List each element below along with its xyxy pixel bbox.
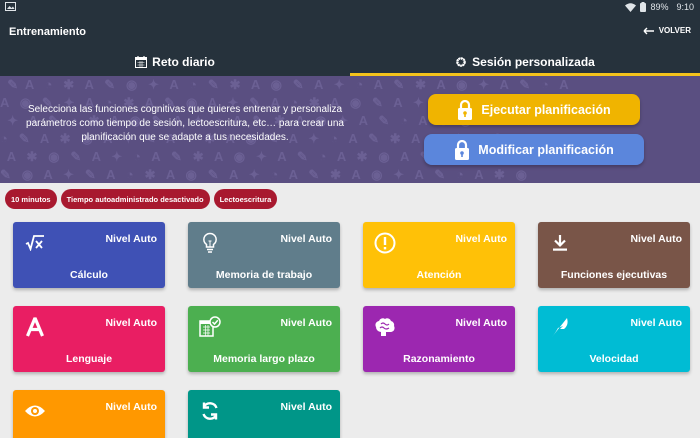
card-level: Nivel Auto — [630, 233, 682, 245]
card-name: Funciones ejecutivas — [560, 269, 668, 281]
tab-label: Reto diario — [152, 55, 215, 69]
status-bar: 89% 9:10 — [0, 0, 700, 14]
execute-plan-button[interactable]: Ejecutar planificación — [428, 94, 640, 125]
calendar-check-icon — [199, 316, 221, 338]
card-memoria-largo-plazo[interactable]: Nivel Auto Memoria largo plazo — [188, 306, 340, 372]
card-level: Nivel Auto — [455, 233, 507, 245]
card-funciones-ejecutivas[interactable]: Nivel Auto Funciones ejecutivas — [538, 222, 690, 288]
sqrt-icon — [24, 232, 46, 254]
card-lenguaje[interactable]: Nivel Auto Lenguaje — [13, 306, 165, 372]
chip-literacy[interactable]: Lectoescritura — [213, 189, 278, 209]
card-level: Nivel Auto — [105, 317, 157, 329]
card-name: Memoria de trabajo — [215, 269, 313, 281]
image-notification-icon — [5, 2, 16, 11]
brain-icon — [374, 316, 396, 338]
card-name: Memoria largo plazo — [213, 353, 315, 365]
card-razonamiento[interactable]: Nivel Auto Razonamiento — [363, 306, 515, 372]
execute-plan-label: Ejecutar planificación — [481, 102, 611, 117]
card-velocidad[interactable]: Nivel Auto Velocidad — [538, 306, 690, 372]
calendar-icon — [135, 56, 148, 68]
tab-custom-session[interactable]: Sesión personalizada — [350, 48, 700, 76]
download-icon — [549, 232, 571, 254]
card-memoria-de-trabajo[interactable]: Nivel Auto Memoria de trabajo — [188, 222, 340, 288]
back-button[interactable]: VOLVER — [643, 26, 691, 35]
arrow-left-icon — [643, 27, 654, 34]
page-title: Entrenamiento — [9, 26, 87, 38]
lock-icon — [458, 99, 473, 120]
lightbulb-icon — [199, 232, 221, 254]
feather-icon — [549, 316, 571, 338]
card-name: Cálculo — [70, 269, 108, 281]
back-label: VOLVER — [658, 26, 691, 35]
card-level: Nivel Auto — [105, 233, 157, 245]
tab-bar: Reto diario Sesión personalizada — [0, 48, 700, 76]
eye-icon — [24, 400, 46, 422]
clock: 9:10 — [676, 2, 694, 12]
card-level: Nivel Auto — [630, 317, 682, 329]
gear-icon — [456, 57, 466, 67]
exclamation-icon — [374, 232, 396, 254]
chip-self-managed-time[interactable]: Tiempo autoadministrado desactivado — [60, 189, 210, 209]
battery-level: 89% — [650, 2, 669, 12]
card-flexibilidad[interactable]: Nivel Auto — [188, 390, 340, 438]
session-settings-chips: 10 minutos Tiempo autoadministrado desac… — [5, 189, 278, 209]
card-vision[interactable]: Nivel Auto — [13, 390, 165, 438]
lock-icon — [455, 139, 470, 160]
session-banner: ✎ A ◔ ✱ A ✎ ◉ ✦ A ◔ ✎ ✱ A ◉ ✎ A ✦ ◔ A ✎ … — [0, 76, 700, 183]
letter-a-icon — [24, 316, 46, 338]
card-level: Nivel Auto — [280, 233, 332, 245]
battery-icon — [640, 2, 647, 12]
card-name: Velocidad — [589, 353, 639, 365]
tab-label: Sesión personalizada — [472, 55, 595, 69]
card-name: Atención — [416, 269, 462, 281]
modify-plan-button[interactable]: Modificar planificación — [424, 134, 644, 165]
card-atencion[interactable]: Nivel Auto Atención — [363, 222, 515, 288]
card-calculo[interactable]: Nivel Auto Cálculo — [13, 222, 165, 288]
card-name: Lenguaje — [65, 353, 113, 365]
card-level: Nivel Auto — [455, 317, 507, 329]
card-level: Nivel Auto — [105, 401, 157, 413]
card-name: Razonamiento — [403, 353, 475, 365]
modify-plan-label: Modificar planificación — [478, 142, 614, 157]
sync-icon — [199, 400, 221, 422]
tab-daily-challenge[interactable]: Reto diario — [0, 48, 350, 76]
card-level: Nivel Auto — [280, 317, 332, 329]
wifi-icon — [625, 2, 637, 12]
app-bar: Entrenamiento VOLVER Reto diario Sesión … — [0, 14, 700, 76]
chip-duration[interactable]: 10 minutos — [5, 189, 57, 209]
session-description: Selecciona las funciones cognitivas que … — [26, 104, 344, 143]
card-level: Nivel Auto — [280, 401, 332, 413]
